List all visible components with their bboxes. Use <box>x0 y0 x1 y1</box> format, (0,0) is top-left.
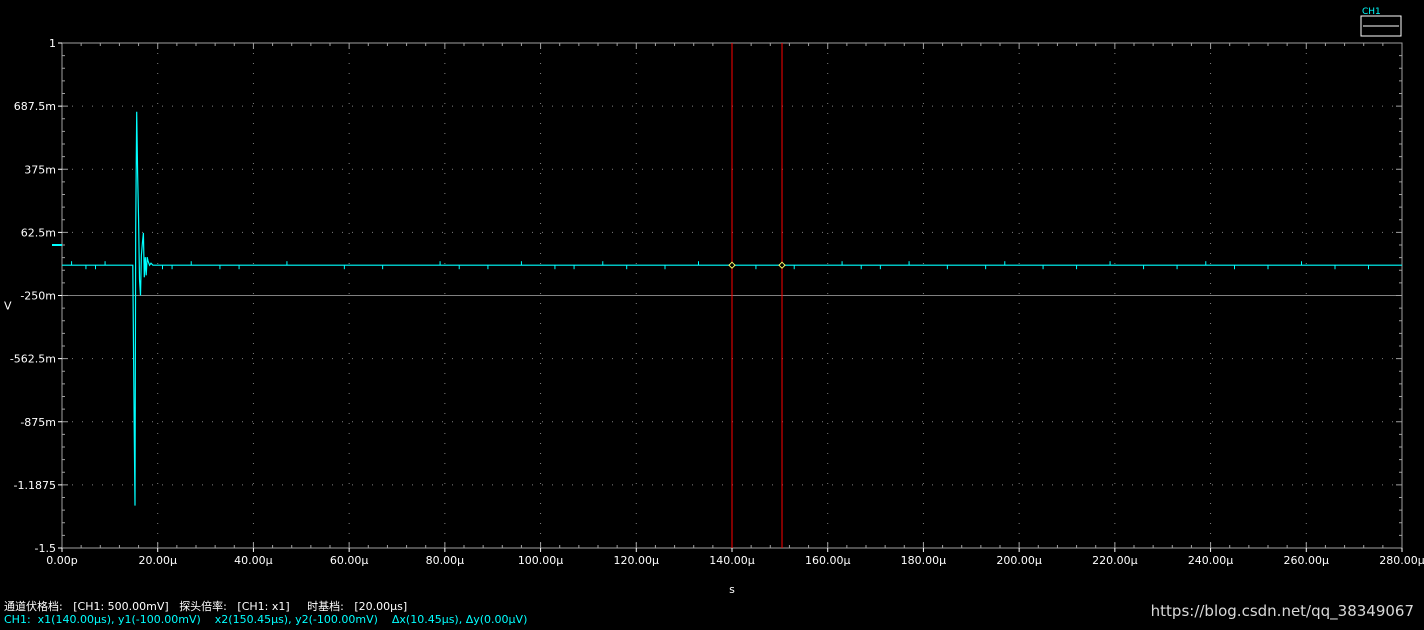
status-line-cursors: CH1: x1(140.00μs), y1(-100.00mV) x2(150.… <box>4 613 527 626</box>
cursor-x1: x1(140.00μs), <box>37 613 115 626</box>
y-axis-unit: V <box>4 300 12 313</box>
probe-value: [CH1: x1] <box>237 600 290 613</box>
x-tick-label: 80.00μ <box>426 554 465 567</box>
status-line-settings: 通道伏格档: [CH1: 500.00mV] 探头倍率: [CH1: x1] 时… <box>4 598 407 614</box>
oscilloscope-plot[interactable]: 0.00p 20.00μ 40.00μ 60.00μ 80.00μ 100.00μ 120.… <box>0 0 1424 600</box>
y-tick-label: 687.5m <box>14 100 56 113</box>
x-tick-label: 120.00μ <box>614 554 660 567</box>
x-tick-label: 140.00μ <box>709 554 755 567</box>
x-tick-label: 40.00μ <box>234 554 273 567</box>
cursor-dy: Δy(0.00μV) <box>465 613 528 626</box>
vdiv-label: 通道伏格档: <box>4 600 63 613</box>
y-tick-label: 62.5m <box>21 226 56 239</box>
x-tick-label: 100.00μ <box>518 554 564 567</box>
timebase-label: 时基档: <box>307 600 344 613</box>
probe-label: 探头倍率: <box>179 600 227 613</box>
x-tick-label: 180.00μ <box>901 554 947 567</box>
x-tick-label: 0.00p <box>46 554 77 567</box>
cursor-y1: y1(-100.00mV) <box>117 613 201 626</box>
cursor-y2: y2(-100.00mV) <box>295 613 378 626</box>
y-tick-label: -875m <box>20 416 56 429</box>
y-tick-label: 375m <box>24 163 56 176</box>
x-tick-label: 220.00μ <box>1092 554 1138 567</box>
vdiv-value: [CH1: 500.00mV] <box>73 600 169 613</box>
cursor-channel: CH1: <box>4 613 31 626</box>
x-tick-label: 260.00μ <box>1284 554 1330 567</box>
watermark: https://blog.csdn.net/qq_38349067 <box>1150 602 1414 620</box>
y-tick-label: -1.1875 <box>14 479 56 492</box>
x-tick-label: 280.00μ <box>1379 554 1424 567</box>
x-tick-label: 200.00μ <box>996 554 1042 567</box>
y-tick-label: -1.5 <box>35 542 56 555</box>
x-axis-unit: s <box>729 583 735 596</box>
x-tick-label: 20.00μ <box>138 554 177 567</box>
cursor-x2: x2(150.45μs), <box>214 613 292 626</box>
x-tick-label: 160.00μ <box>805 554 851 567</box>
x-tick-label: 240.00μ <box>1188 554 1234 567</box>
y-tick-label: 1 <box>49 37 56 50</box>
y-tick-label: -562.5m <box>10 353 56 366</box>
x-tick-label: 60.00μ <box>330 554 369 567</box>
timebase-value: [20.00μs] <box>354 600 408 613</box>
y-tick-label: -250m <box>20 290 56 303</box>
cursor-dx: Δx(10.45μs), <box>391 613 463 626</box>
